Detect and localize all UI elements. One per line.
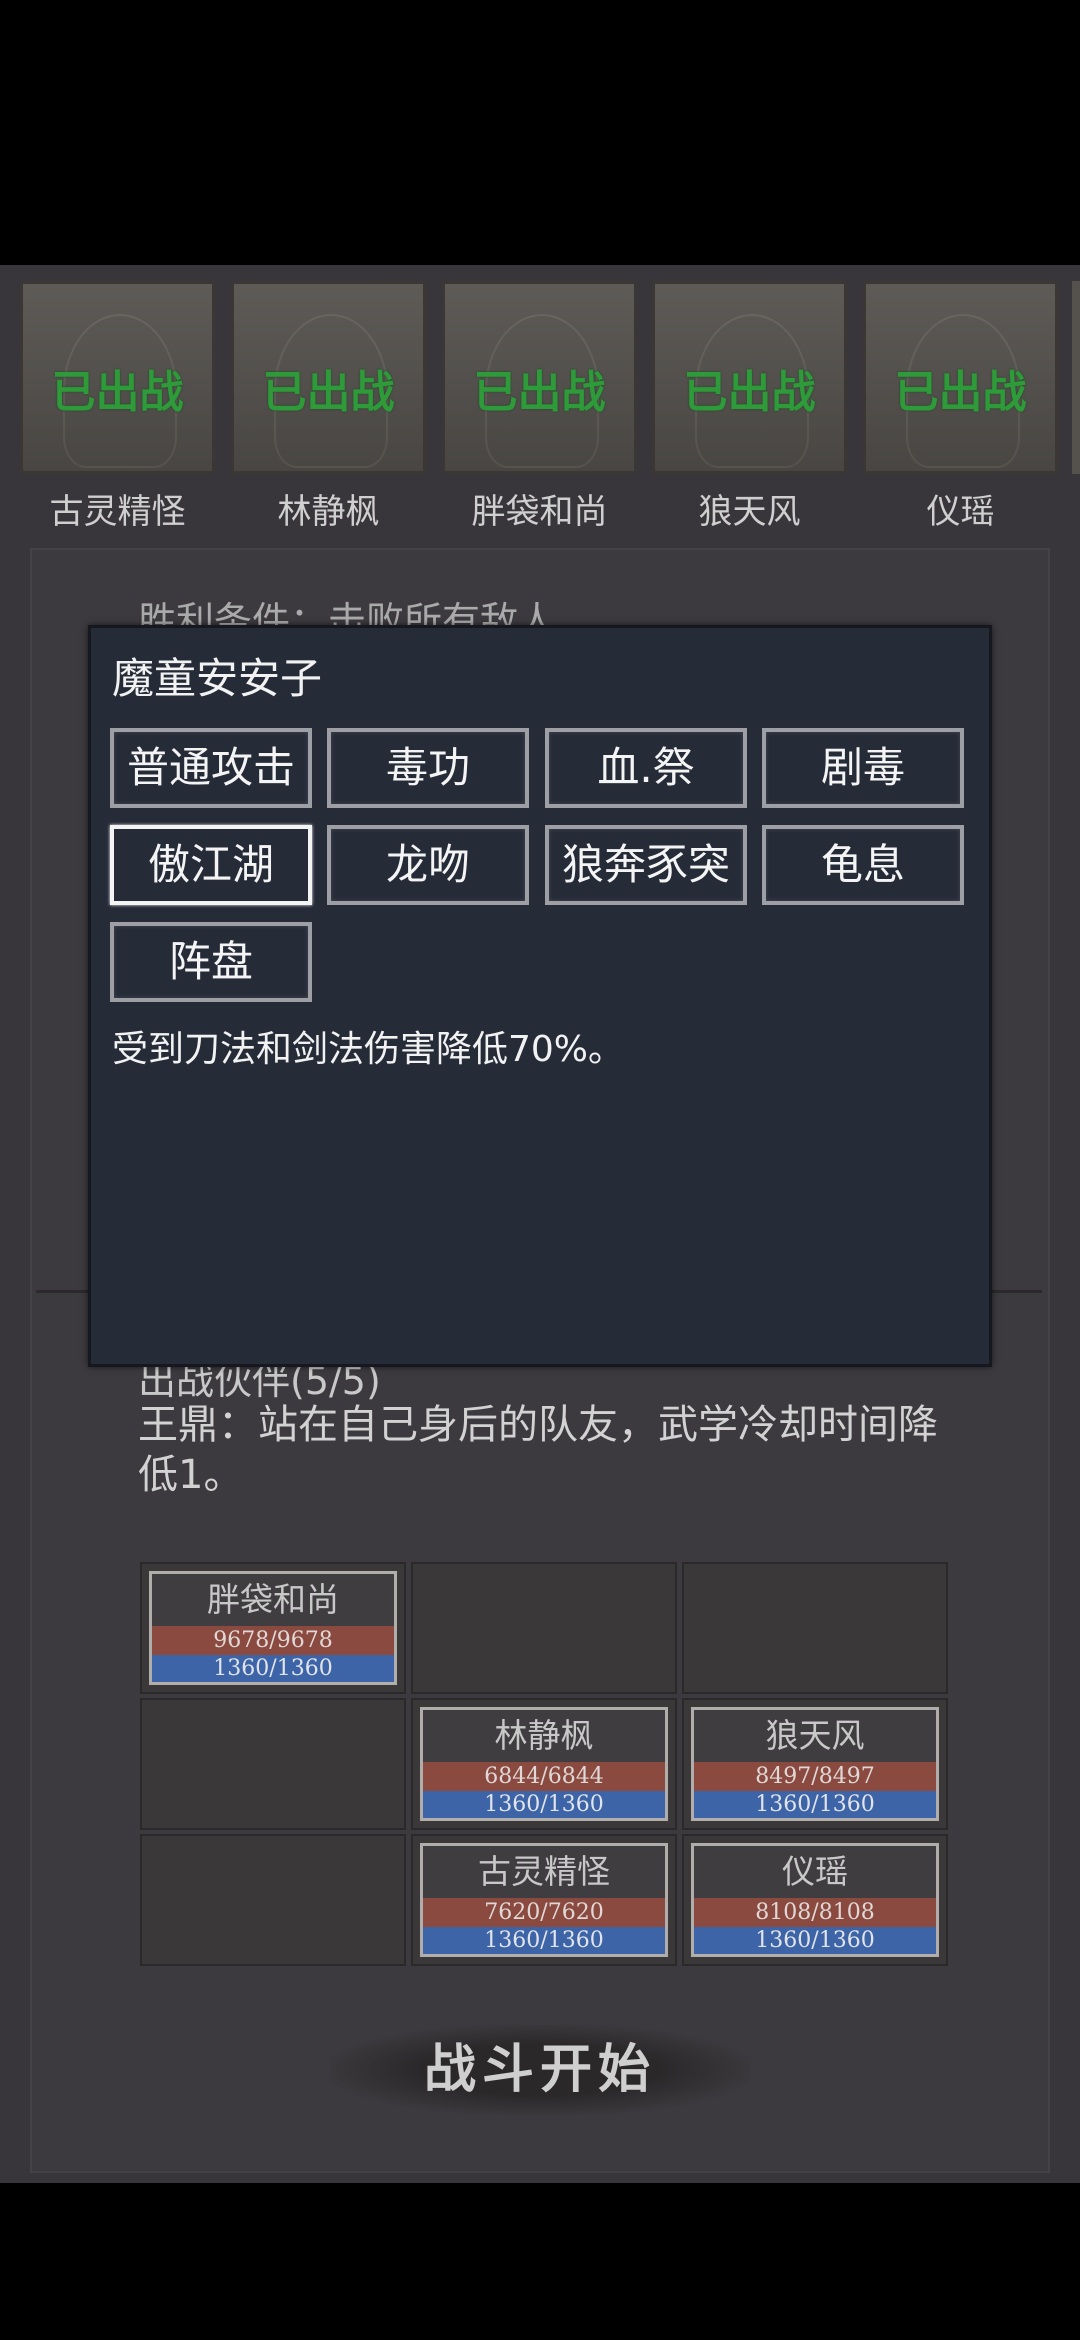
hero-name: 狼天风 — [698, 492, 801, 532]
hero-card[interactable]: 已出战 林静枫 — [231, 281, 426, 533]
unit-name: 仪瑶 — [782, 1852, 848, 1891]
skill-button[interactable]: 狼奔豕突 — [545, 825, 747, 905]
deployed-label: 已出战 — [262, 367, 395, 418]
skill-description: 受到刀法和剑法伤害降低70%。 — [112, 1029, 625, 1070]
formation-grid: 胖袋和尚 9678/9678 1360/1360 林静枫 6844/6844 1… — [140, 1562, 948, 1967]
hero-card[interactable]: 已出战 仪瑶 — [863, 281, 1058, 533]
unit-card[interactable]: 胖袋和尚 9678/9678 1360/1360 — [149, 1571, 397, 1685]
grid-cell[interactable] — [411, 1562, 677, 1694]
modal-title: 魔童安安子 — [112, 654, 323, 703]
hero-name: 胖袋和尚 — [471, 492, 608, 532]
deployed-label: 已出战 — [473, 367, 606, 418]
hero-name: 古灵精怪 — [49, 492, 186, 532]
unit-card[interactable]: 仪瑶 8108/8108 1360/1360 — [691, 1843, 939, 1957]
skill-button[interactable]: 阵盘 — [110, 922, 312, 1002]
mp-bar: 1360/1360 — [152, 1655, 394, 1682]
hero-name: 仪瑶 — [926, 492, 995, 532]
grid-cell[interactable] — [140, 1698, 406, 1830]
mp-bar: 1360/1360 — [423, 1791, 665, 1818]
skill-button[interactable]: 血.祭 — [545, 728, 747, 808]
unit-card[interactable]: 古灵精怪 7620/7620 1360/1360 — [420, 1843, 668, 1957]
skill-button[interactable]: 毒功 — [327, 728, 529, 808]
skill-button[interactable]: 剧毒 — [762, 728, 964, 808]
skill-button[interactable]: 普通攻击 — [110, 728, 312, 808]
hero-portrait: 已出战 — [442, 281, 637, 474]
deployed-label: 已出战 — [683, 367, 816, 418]
formation-description: 王鼎：站在自己身后的队友，武学冷却时间降低1。 — [138, 1402, 938, 1498]
skill-button[interactable]: 龟息 — [762, 825, 964, 905]
skill-button[interactable]: 龙吻 — [327, 825, 529, 905]
grid-cell[interactable] — [140, 1834, 406, 1966]
skill-button-selected[interactable]: 傲江湖 — [110, 825, 312, 905]
hero-portrait: 已出战 — [231, 281, 426, 474]
unit-name: 狼天风 — [765, 1716, 865, 1755]
hero-card[interactable]: 已出战 胖袋和尚 — [442, 281, 637, 533]
hero-card[interactable]: 已出战 古灵精怪 — [20, 281, 215, 533]
hp-bar: 7620/7620 — [423, 1898, 665, 1927]
hero-name: 林静枫 — [277, 492, 380, 532]
hero-portrait: 已出战 — [20, 281, 215, 474]
hero-card-partial[interactable] — [1072, 281, 1080, 474]
grid-cell[interactable] — [682, 1562, 948, 1694]
deployed-label: 已出战 — [894, 367, 1027, 418]
unit-name: 林静枫 — [494, 1716, 594, 1755]
hero-portrait: 已出战 — [863, 281, 1058, 474]
unit-card[interactable]: 林静枫 6844/6844 1360/1360 — [420, 1707, 668, 1821]
hp-bar: 8497/8497 — [694, 1762, 936, 1791]
hero-portrait: 已出战 — [652, 281, 847, 474]
mp-bar: 1360/1360 — [694, 1791, 936, 1818]
mp-bar: 1360/1360 — [423, 1927, 665, 1954]
unit-name: 古灵精怪 — [478, 1852, 610, 1891]
hp-bar: 9678/9678 — [152, 1626, 394, 1655]
mp-bar: 1360/1360 — [694, 1927, 936, 1954]
deployed-label: 已出战 — [51, 367, 184, 418]
hero-roster: 已出战 古灵精怪 已出战 林静枫 已出战 胖袋和尚 已出战 狼天风 已出战 仪瑶 — [0, 265, 1080, 535]
hp-bar: 8108/8108 — [694, 1898, 936, 1927]
hero-card[interactable]: 已出战 狼天风 — [652, 281, 847, 533]
start-battle-button[interactable]: 战斗开始 — [330, 2025, 750, 2115]
hp-bar: 6844/6844 — [423, 1762, 665, 1791]
unit-card[interactable]: 狼天风 8497/8497 1360/1360 — [691, 1707, 939, 1821]
bottom-bar — [0, 2183, 1080, 2340]
unit-name: 胖袋和尚 — [207, 1580, 339, 1619]
